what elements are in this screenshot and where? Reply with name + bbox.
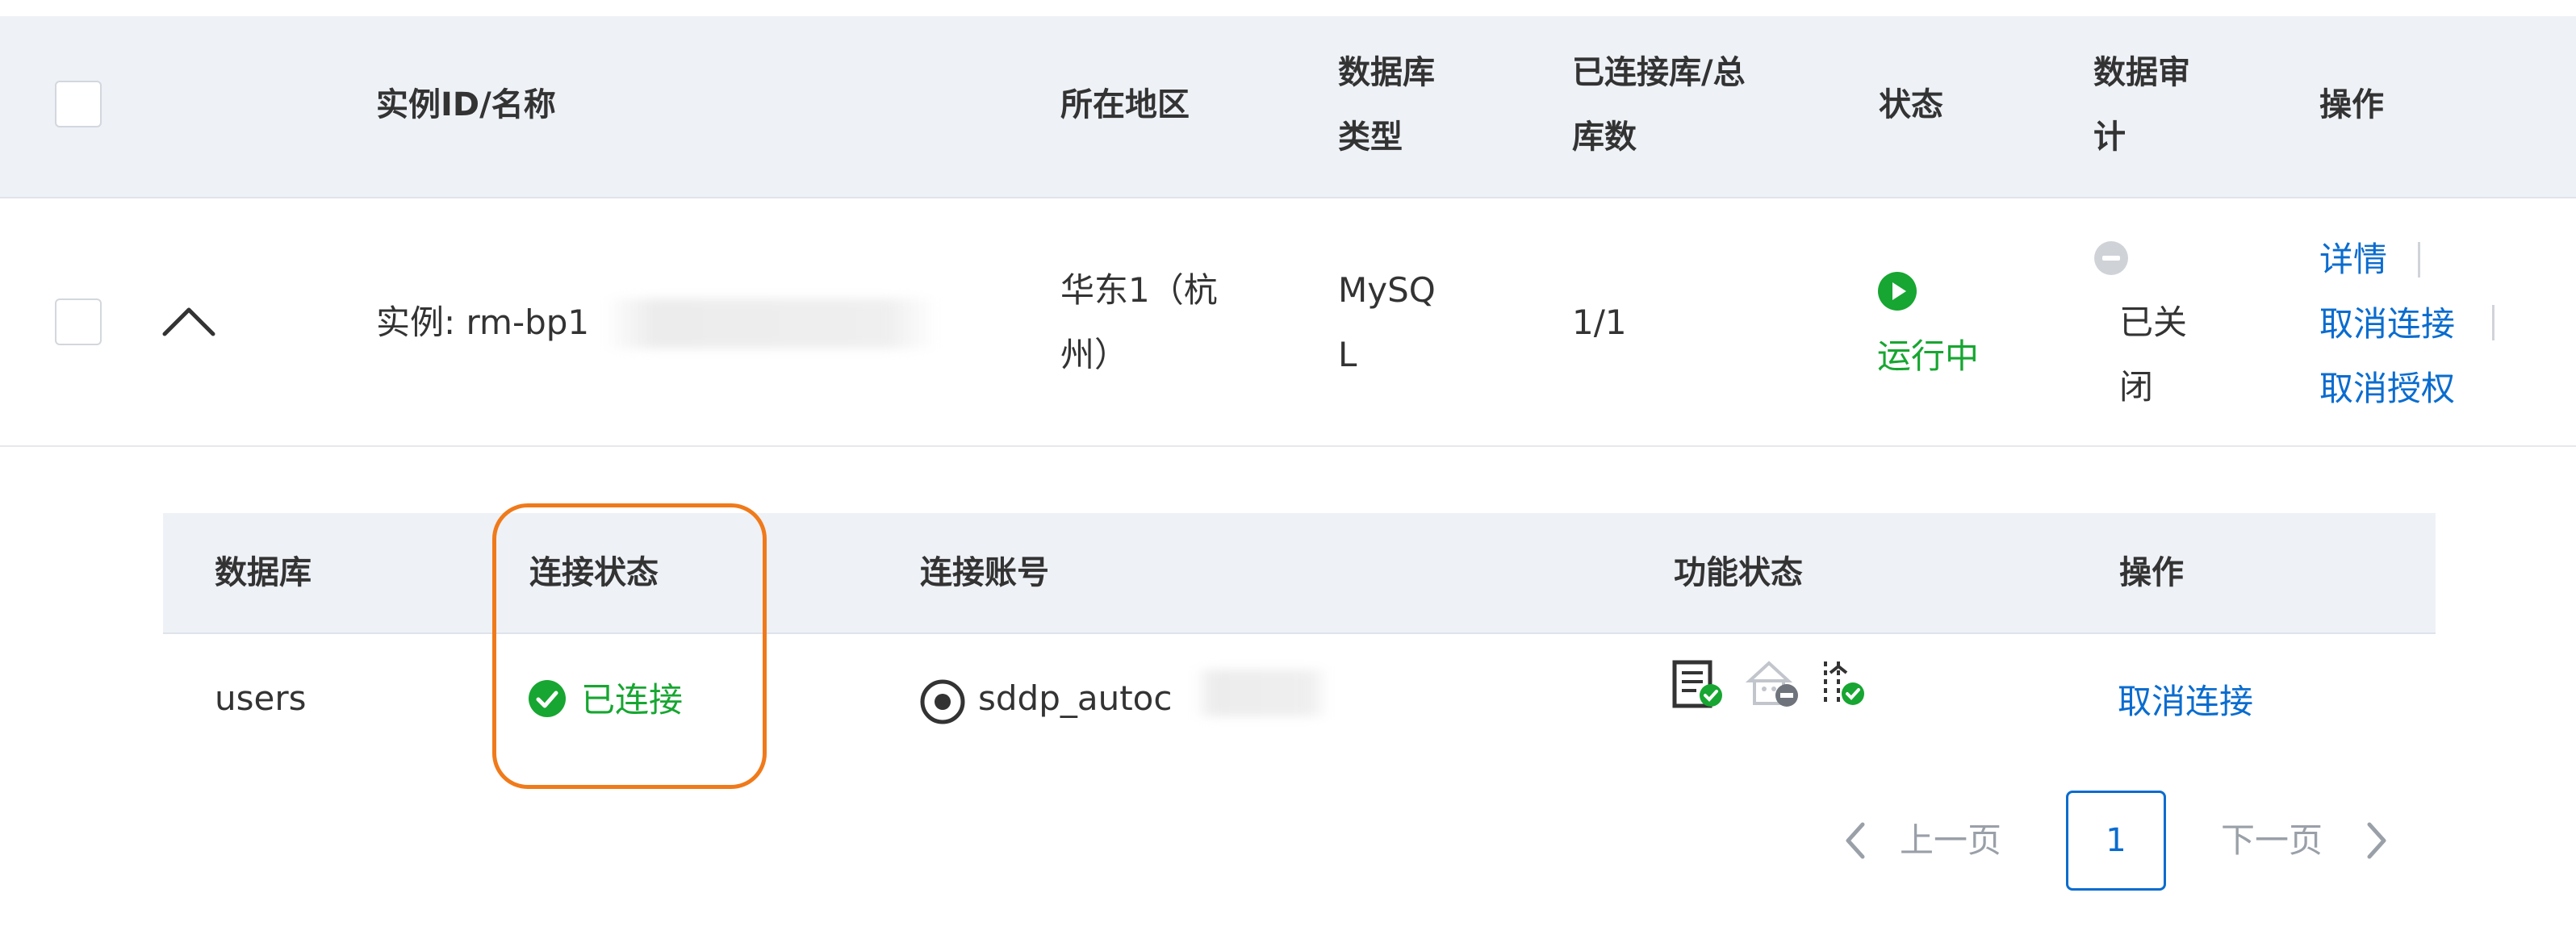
row-checkbox[interactable] [55, 298, 102, 345]
header-region: 所在地区 [1060, 86, 1190, 123]
highlight-box [492, 503, 767, 789]
redacted-account [1193, 670, 1330, 716]
header-connected-2: 库数 [1572, 119, 1637, 156]
cancel-connect-db-link[interactable]: 取消连接 [2118, 670, 2253, 734]
redacted-instance-id [604, 298, 938, 348]
header-db-type-1: 数据库 [1338, 54, 1435, 91]
disabled-home-icon [1745, 658, 1801, 710]
header-status: 状态 [1879, 86, 1943, 123]
next-page[interactable]: 下一页 [2221, 808, 2323, 873]
instance-name[interactable]: 实例: rm-bp1 [376, 290, 589, 355]
header-connected-1: 已连接库/总 [1572, 54, 1746, 91]
audit-line-2: 闭 [2119, 367, 2154, 407]
header-actions: 操作 [2319, 86, 2384, 123]
header-audit-1: 数据审 [2093, 54, 2190, 91]
header-audit-2: 计 [2093, 119, 2126, 156]
row-divider [0, 445, 2576, 447]
audit-log-icon [1672, 660, 1725, 710]
data-flow-icon [1814, 658, 1867, 710]
sub-header-actions: 操作 [2119, 554, 2184, 591]
chevron-left-icon[interactable] [1842, 820, 1869, 862]
header-instance: 实例ID/名称 [376, 86, 556, 123]
sub-header-feature-status: 功能状态 [1674, 554, 1803, 591]
cancel-connect-link[interactable]: 取消连接 [2319, 292, 2455, 357]
sub-header-database: 数据库 [215, 554, 312, 591]
separator [2492, 305, 2494, 340]
status-running: 运行中 [1877, 336, 1980, 376]
connected-count: 1/1 [1572, 303, 1627, 342]
select-all-checkbox[interactable] [55, 81, 102, 127]
db-type-line-2: L [1338, 335, 1357, 374]
revoke-auth-link[interactable]: 取消授权 [2319, 357, 2455, 421]
play-circle-icon [1877, 271, 1917, 311]
region-line-2: 州） [1060, 335, 1129, 374]
minus-circle-icon [2093, 240, 2129, 276]
page-1-button[interactable]: 1 [2066, 791, 2166, 891]
account-name: sddp_autoc [978, 678, 1173, 718]
prev-page[interactable]: 上一页 [1900, 808, 2001, 873]
sub-header-account: 连接账号 [920, 554, 1049, 591]
database-name: users [215, 678, 307, 718]
region-line-1: 华东1（杭 [1060, 270, 1218, 310]
audit-line-1: 已关 [2119, 303, 2188, 342]
separator [2418, 242, 2420, 278]
eye-icon[interactable] [918, 679, 967, 724]
chevron-up-icon[interactable] [160, 302, 218, 340]
details-link[interactable]: 详情 [2319, 227, 2387, 292]
chevron-right-icon[interactable] [2363, 820, 2390, 862]
header-db-type-2: 类型 [1338, 119, 1403, 156]
db-type-line-1: MySQ [1338, 270, 1436, 310]
